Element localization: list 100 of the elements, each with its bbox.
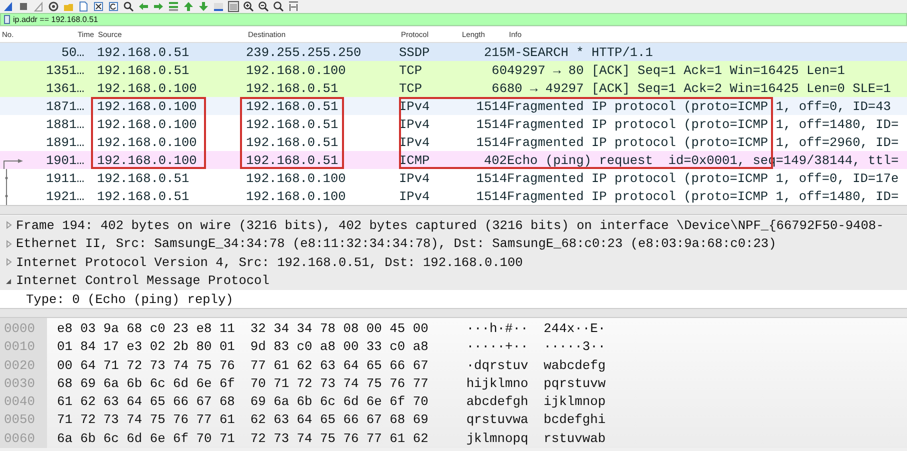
packet-protocol: ICMP bbox=[399, 152, 431, 168]
display-filter-field[interactable]: ip.addr == 192.168.0.51 bbox=[0, 13, 907, 26]
packet-info: Fragmented IP protocol (proto=ICMP 1, off=1480, ID= bbox=[507, 116, 900, 132]
packet-info: 80 → 49297 [ACK] Seq=1 Ack=2 Win=16425 Len=0 SLE=1 bbox=[507, 80, 892, 96]
packet-info: M-SEARCH * HTTP/1.1 bbox=[507, 44, 654, 60]
packet-row[interactable]: 1351… 192.168.0.51 192.168.0.100 TCP 6049297 → 80 [ACK] Seq=1 Ack=1 Win=16425 Len=1 bbox=[0, 61, 907, 79]
hex-offset: 0030 bbox=[3, 374, 36, 393]
packet-protocol: SSDP bbox=[399, 44, 431, 60]
packet-number: 191 bbox=[46, 170, 69, 186]
packet-destination: 192.168.0.51 bbox=[246, 80, 340, 96]
packet-source: 192.168.0.51 bbox=[96, 170, 190, 186]
packet-time: 0… bbox=[69, 44, 86, 60]
packet-destination: 192.168.0.100 bbox=[246, 62, 347, 78]
ascii-text: ···h·#·· 244x··E· bbox=[466, 320, 606, 338]
packet-info: Fragmented IP protocol (proto=ICMP 1, off=1480, ID= bbox=[507, 188, 900, 204]
packet-destination: 192.168.0.100 bbox=[246, 170, 347, 186]
packet-info: Fragmented IP protocol (proto=ICMP 1, off=2960, ID= bbox=[507, 134, 900, 150]
reload-icon[interactable] bbox=[108, 1, 119, 12]
right-arrow-icon[interactable] bbox=[153, 1, 164, 12]
packet-protocol: TCP bbox=[399, 80, 424, 96]
packet-length: 60 bbox=[490, 62, 507, 78]
ascii-text: qrstuvwa bcdefghi bbox=[466, 411, 606, 430]
tree-item[interactable]: Frame 194: 402 bytes on wire (3216 bits), 402 bytes captured (3216 bits) on interface \Device\NPF_{66792F50-9408- bbox=[0, 216, 907, 234]
packet-time: 1… bbox=[69, 188, 86, 204]
zoom-in-icon[interactable] bbox=[243, 1, 254, 12]
packet-source: 192.168.0.100 bbox=[96, 116, 198, 132]
tree-item[interactable]: Type: 0 (Echo (ping) reply) bbox=[0, 290, 907, 308]
ascii-text: abcdefgh ijklmnop bbox=[466, 393, 606, 412]
packet-time: 1… bbox=[69, 98, 86, 114]
packet-protocol: IPv4 bbox=[399, 134, 431, 150]
packet-number: 136 bbox=[46, 80, 69, 96]
packet-length: 402 bbox=[482, 152, 507, 168]
packet-destination: 239.255.255.250 bbox=[246, 44, 362, 60]
packet-destination: 192.168.0.51 bbox=[246, 152, 340, 168]
packet-source: 192.168.0.51 bbox=[96, 44, 190, 60]
ascii-text: jklmnopq rstuvwab bbox=[466, 430, 606, 448]
packet-info: 49297 → 80 [ACK] Seq=1 Ack=1 Win=16425 Len=1 bbox=[507, 62, 846, 78]
packet-time: 1… bbox=[69, 62, 86, 78]
hex-bytes: 68 69 6a 6b 6c 6d 6e 6f 70 71 72 73 74 75 76 77 bbox=[57, 374, 428, 393]
ascii-text: hijklmno pqrstuvw bbox=[466, 374, 606, 393]
zoom-reset-icon[interactable] bbox=[273, 1, 284, 12]
packet-length: 1514 bbox=[475, 98, 507, 114]
packet-length: 1514 bbox=[475, 170, 507, 186]
packet-source: 192.168.0.100 bbox=[96, 98, 198, 114]
hex-bytes: e8 03 9a 68 c0 23 e8 11 32 34 34 78 08 00 45 00 bbox=[57, 320, 428, 338]
stop-icon[interactable] bbox=[18, 1, 29, 12]
tree-item[interactable]: Ethernet II, Src: SamsungE_34:34:78 (e8:11:32:34:34:78), Dst: SamsungE_68:c0:23 (e8:03:9a:68:c0:23) bbox=[0, 234, 907, 253]
zoom-out-icon[interactable] bbox=[258, 1, 269, 12]
packet-destination: 192.168.0.51 bbox=[246, 98, 340, 114]
packet-length: 1514 bbox=[475, 188, 507, 204]
packet-length: 66 bbox=[490, 80, 507, 96]
packet-source: 192.168.0.100 bbox=[96, 152, 198, 168]
packet-length: 215 bbox=[482, 44, 507, 60]
hex-bytes: 01 84 17 e3 02 2b 80 01 9d 83 c0 a8 00 33 c0 a8 bbox=[57, 338, 428, 356]
packet-number: 189 bbox=[46, 134, 69, 150]
packet-source: 192.168.0.100 bbox=[96, 134, 198, 150]
hex-offset: 0020 bbox=[3, 356, 36, 375]
tree-item[interactable]: Internet Control Message Protocol bbox=[0, 272, 907, 290]
bookmark-icon[interactable] bbox=[4, 15, 10, 24]
hex-offset: 0040 bbox=[3, 393, 36, 412]
left-arrow-icon[interactable] bbox=[138, 1, 149, 12]
packet-row[interactable]: 1361… 192.168.0.100 192.168.0.51 TCP 6680 → 49297 [ACK] Seq=1 Ack=2 Win=16425 Len=0 SLE=1 bbox=[0, 79, 907, 97]
up-arrow-icon[interactable] bbox=[183, 1, 194, 12]
packet-number: 187 bbox=[46, 98, 69, 114]
packet-number: 5 bbox=[61, 44, 69, 60]
search-icon[interactable] bbox=[123, 1, 134, 12]
packet-time: 1… bbox=[69, 170, 86, 186]
packet-row[interactable]: 1871… 192.168.0.100 192.168.0.51 IPv4 1514Fragmented IP protocol (proto=ICMP 1, off=0, ID=43 bbox=[0, 97, 907, 115]
packet-number: 192 bbox=[46, 188, 69, 204]
packet-source: 192.168.0.100 bbox=[96, 80, 198, 96]
tree-item[interactable]: Internet Protocol Version 4, Src: 192.168.0.51, Dst: 192.168.0.100 bbox=[0, 253, 907, 272]
hex-bytes: 61 62 63 64 65 66 67 68 69 6a 6b 6c 6d 6e 6f 70 bbox=[57, 393, 428, 412]
packet-number: 188 bbox=[46, 116, 69, 132]
packet-protocol: IPv4 bbox=[399, 188, 431, 204]
packet-destination: 192.168.0.51 bbox=[246, 116, 340, 132]
packet-protocol: TCP bbox=[399, 62, 424, 78]
packet-protocol: IPv4 bbox=[399, 116, 431, 132]
close-file-icon[interactable] bbox=[93, 1, 104, 12]
packet-number: 190 bbox=[46, 152, 69, 168]
packet-row[interactable]: 50… 192.168.0.51 239.255.255.250 SSDP 215M-SEARCH * HTTP/1.1 bbox=[0, 43, 907, 61]
packet-protocol: IPv4 bbox=[399, 170, 431, 186]
packet-info: Fragmented IP protocol (proto=ICMP 1, off=0, ID=43 bbox=[507, 98, 892, 114]
down-arrow-icon[interactable] bbox=[198, 1, 209, 12]
packet-source: 192.168.0.51 bbox=[96, 188, 190, 204]
hex-bytes: 71 72 73 74 75 76 77 61 62 63 64 65 66 67 68 69 bbox=[57, 411, 428, 430]
packet-info: Fragmented IP protocol (proto=ICMP 1, off=0, ID=17e bbox=[507, 170, 900, 186]
scrollbar[interactable] bbox=[0, 205, 907, 215]
packet-time: 1… bbox=[69, 116, 86, 132]
ascii-text: ·dqrstuv wabcdefg bbox=[466, 356, 606, 375]
hex-offset: 0050 bbox=[3, 411, 36, 430]
packet-time: 1… bbox=[69, 152, 86, 168]
hex-offset: 0000 bbox=[3, 320, 36, 338]
hex-bytes: 00 64 71 72 73 74 75 76 77 61 62 63 64 65 66 67 bbox=[57, 356, 428, 375]
hex-bytes: 6a 6b 6c 6d 6e 6f 70 71 72 73 74 75 76 77 61 62 bbox=[57, 430, 428, 448]
packet-protocol: IPv4 bbox=[399, 98, 431, 114]
scrollbar[interactable] bbox=[0, 308, 907, 318]
hex-offset: 0010 bbox=[3, 338, 36, 356]
packet-length: 1514 bbox=[475, 134, 507, 150]
packet-destination: 192.168.0.100 bbox=[246, 188, 347, 204]
packet-time: 1… bbox=[69, 134, 86, 150]
